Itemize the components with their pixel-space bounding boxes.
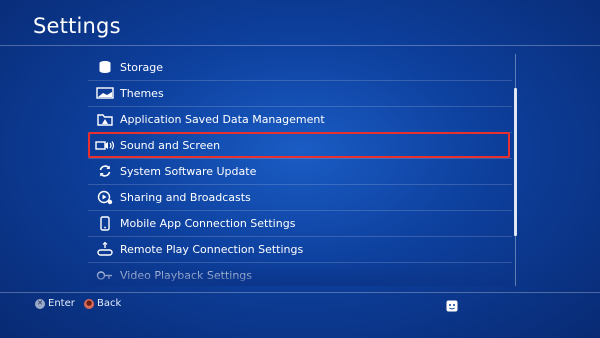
update-icon <box>94 163 116 179</box>
header-divider <box>0 45 600 46</box>
back-hint[interactable]: ● Back <box>84 298 121 309</box>
face-icon <box>446 297 458 312</box>
remote-play-icon <box>94 241 116 257</box>
list-item-storage[interactable]: Storage <box>88 54 512 80</box>
circle-button-icon: ● <box>84 298 94 309</box>
list-item-label: Application Saved Data Management <box>120 112 325 126</box>
sound-screen-icon <box>94 137 116 153</box>
scrollbar-thumb[interactable] <box>514 88 517 236</box>
mobile-icon <box>94 215 116 231</box>
saved-data-icon <box>94 111 116 127</box>
sharing-icon <box>94 189 116 205</box>
list-item-video-playback[interactable]: Video Playback Settings <box>88 262 512 286</box>
enter-hint[interactable]: ✕ Enter <box>35 298 75 309</box>
themes-icon <box>94 85 116 101</box>
list-item-themes[interactable]: Themes <box>88 80 512 106</box>
cross-button-icon: ✕ <box>35 298 45 309</box>
list-item-sharing-and-broadcasts[interactable]: Sharing and Broadcasts <box>88 184 512 210</box>
list-item-label: Mobile App Connection Settings <box>120 216 296 230</box>
storage-icon <box>94 59 116 75</box>
settings-list: Storage Themes Application Saved Data Ma… <box>88 54 512 286</box>
list-item-label: Sound and Screen <box>120 138 221 152</box>
list-item-label: Sharing and Broadcasts <box>120 190 251 204</box>
list-item-label: Storage <box>120 60 164 74</box>
list-item-label: System Software Update <box>120 164 257 178</box>
video-playback-icon <box>94 267 116 283</box>
list-item-sound-and-screen[interactable]: Sound and Screen <box>88 132 512 158</box>
list-item-system-software-update[interactable]: System Software Update <box>88 158 512 184</box>
list-item-label: Themes <box>120 86 164 100</box>
footer-divider <box>0 292 600 293</box>
page-title: Settings <box>33 14 121 38</box>
list-item-remote-play-connection[interactable]: Remote Play Connection Settings <box>88 236 512 262</box>
list-item-label: Remote Play Connection Settings <box>120 242 304 256</box>
list-item-label: Video Playback Settings <box>120 268 253 282</box>
list-item-mobile-app-connection[interactable]: Mobile App Connection Settings <box>88 210 512 236</box>
back-label: Back <box>97 298 122 309</box>
enter-label: Enter <box>48 298 75 309</box>
list-item-saved-data[interactable]: Application Saved Data Management <box>88 106 512 132</box>
